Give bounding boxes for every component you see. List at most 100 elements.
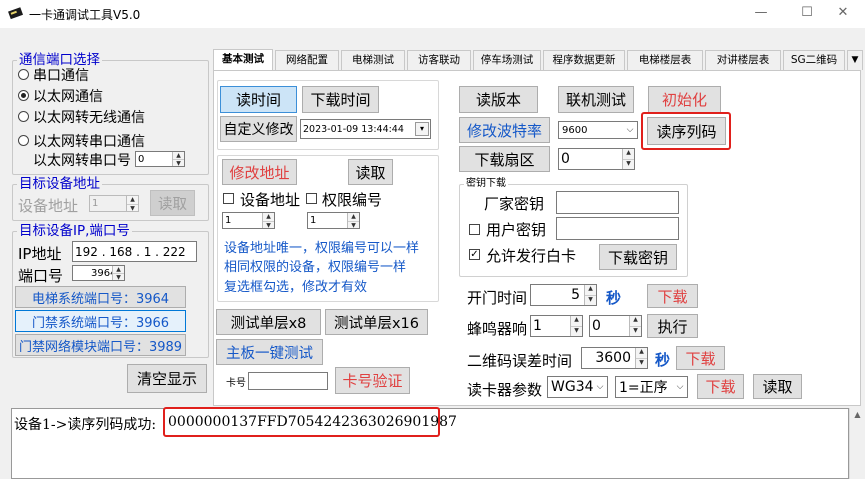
read-reader-param-button[interactable]: 读取 — [753, 374, 802, 399]
radio-eth-wireless-label: 以太网转无线通信 — [33, 110, 145, 126]
spin-down-icon[interactable]: ▼ — [636, 358, 647, 368]
tab-intercom-floor[interactable]: 对讲楼层表 — [705, 50, 781, 70]
qr-error-time-spinner[interactable]: 3600 ▲ ▼ — [581, 347, 648, 369]
key-group-title: 密钥下载 — [466, 178, 506, 189]
radio-eth-serial[interactable] — [18, 135, 29, 146]
radio-serial[interactable] — [18, 69, 29, 80]
vendor-key-input[interactable] — [556, 191, 679, 214]
chk-permission-number[interactable] — [306, 193, 317, 204]
permission-spinner[interactable]: 1 ▲ ▼ — [307, 212, 360, 229]
ip-address-field[interactable]: 192 . 168 . 1 . 222 — [72, 241, 197, 262]
address-spinner[interactable]: 1 ▲ ▼ — [222, 212, 275, 229]
test-single-x8-button[interactable]: 测试单层x8 — [216, 309, 321, 335]
spin-up-icon[interactable]: ▲ — [173, 152, 184, 159]
initialize-button[interactable]: 初始化 — [648, 86, 721, 113]
calendar-icon[interactable]: ▾ — [415, 122, 429, 136]
tab-basic-test[interactable]: 基本测试 — [213, 49, 273, 71]
reader-order-select[interactable]: 1=正序 ⌵ — [615, 376, 688, 398]
read-device-addr-button[interactable]: 读取 — [150, 190, 195, 216]
baud-rate-select[interactable]: 9600 ⌵ — [558, 121, 638, 139]
test-single-x16-button[interactable]: 测试单层x16 — [325, 309, 428, 335]
port-spinner[interactable]: 3964 ▲ ▼ — [72, 265, 125, 281]
modify-address-button[interactable]: 修改地址 — [222, 159, 297, 185]
tab-sg-qrcode[interactable]: SG二维码 — [783, 50, 845, 70]
device-addr-label: 设备地址 — [18, 197, 79, 215]
tab-program-update[interactable]: 程序数据更新 — [543, 50, 625, 70]
serial-port-spinner[interactable]: 0 ▲ ▼ — [135, 151, 185, 167]
read-time-button[interactable]: 读时间 — [220, 86, 297, 113]
elevator-port-button[interactable]: 电梯系统端口号：3964 — [15, 286, 186, 308]
read-address-button[interactable]: 读取 — [348, 159, 393, 185]
chevron-down-icon[interactable]: ▼ — [847, 50, 863, 70]
seconds-unit-label: 秒 — [606, 289, 622, 307]
serial-port-value: 0 — [138, 153, 145, 165]
buzzer-b-spinner[interactable]: 0 ▲ ▼ — [589, 315, 642, 337]
chk-device-address-label: 设备地址 — [240, 191, 301, 209]
tab-visitor-link[interactable]: 访客联动 — [407, 50, 471, 70]
spin-down-icon[interactable]: ▼ — [571, 326, 582, 336]
download-qr-time-button[interactable]: 下载 — [676, 346, 725, 370]
title-bar: 一卡通调试工具V5.0 — ☐ ✕ — [0, 0, 865, 28]
close-button[interactable]: ✕ — [821, 0, 865, 28]
download-time-button[interactable]: 下载时间 — [302, 86, 379, 113]
spin-up-icon[interactable]: ▲ — [630, 316, 641, 326]
log-scrollbar[interactable]: ▲ — [849, 408, 865, 479]
execute-button[interactable]: 执行 — [647, 314, 698, 338]
chevron-down-icon[interactable]: ⌵ — [623, 122, 637, 138]
radio-eth-serial-label: 以太网转串口通信 — [33, 134, 145, 150]
tab-network-config[interactable]: 网络配置 — [275, 50, 339, 70]
modify-baud-button[interactable]: 修改波特率 — [459, 117, 550, 143]
open-time-spinner[interactable]: 5 ▲ ▼ — [530, 284, 597, 306]
minimize-button[interactable]: — — [739, 0, 783, 28]
download-reader-param-button[interactable]: 下载 — [697, 374, 744, 399]
radio-eth-wireless[interactable] — [18, 111, 29, 122]
spin-up-icon[interactable]: ▲ — [585, 285, 596, 295]
serial-port-label: 以太网转串口号 — [33, 153, 131, 169]
qr-error-time-value: 3600 — [595, 350, 631, 366]
spin-down-icon[interactable]: ▼ — [127, 203, 138, 211]
scroll-up-icon[interactable]: ▲ — [850, 408, 865, 422]
spin-up-icon[interactable]: ▲ — [636, 348, 647, 358]
card-number-input[interactable] — [248, 372, 328, 390]
read-version-button[interactable]: 读版本 — [459, 86, 538, 113]
spin-down-icon[interactable]: ▼ — [630, 326, 641, 336]
download-key-button[interactable]: 下载密钥 — [599, 244, 677, 270]
tab-elevator-floor[interactable]: 电梯楼层表 — [627, 50, 703, 70]
download-sector-button[interactable]: 下载扇区 — [459, 146, 550, 172]
chk-device-address[interactable] — [223, 193, 234, 204]
tab-elevator-test[interactable]: 电梯测试 — [341, 50, 405, 70]
datetime-picker[interactable]: 2023-01-09 13:44:44 ▾ — [300, 119, 431, 139]
clear-display-button[interactable]: 清空显示 — [127, 364, 207, 393]
chk-user-key[interactable] — [469, 224, 480, 235]
chk-allow-whitecard[interactable]: ✓ — [469, 249, 480, 260]
user-key-input[interactable] — [556, 217, 679, 240]
radio-ethernet[interactable] — [18, 90, 29, 101]
spin-up-icon[interactable]: ▲ — [113, 266, 124, 273]
spin-down-icon[interactable]: ▼ — [113, 273, 124, 280]
mainboard-test-button[interactable]: 主板一键测试 — [216, 339, 323, 365]
spin-down-icon[interactable]: ▼ — [263, 220, 274, 228]
sector-spinner[interactable]: 0 ▲ ▼ — [558, 148, 635, 170]
spin-down-icon[interactable]: ▼ — [623, 159, 634, 169]
spin-down-icon[interactable]: ▼ — [348, 220, 359, 228]
chk-permission-number-label: 权限编号 — [322, 191, 383, 209]
tab-parking-test[interactable]: 停车场测试 — [473, 50, 541, 70]
online-test-button[interactable]: 联机测试 — [558, 86, 634, 113]
spin-down-icon[interactable]: ▼ — [585, 295, 596, 305]
device-addr-spinner[interactable]: 1 ▲ ▼ — [89, 195, 139, 212]
spin-up-icon[interactable]: ▲ — [127, 196, 138, 204]
network-module-port-button[interactable]: 门禁网络模块端口号：3989 — [15, 334, 186, 356]
reader-format-select[interactable]: WG34 ⌵ — [547, 376, 608, 398]
spin-up-icon[interactable]: ▲ — [263, 213, 274, 221]
spin-up-icon[interactable]: ▲ — [348, 213, 359, 221]
buzzer-a-spinner[interactable]: 1 ▲ ▼ — [530, 315, 583, 337]
download-open-time-button[interactable]: 下载 — [647, 284, 698, 308]
spin-up-icon[interactable]: ▲ — [571, 316, 582, 326]
card-verify-button[interactable]: 卡号验证 — [335, 367, 410, 394]
chevron-down-icon[interactable]: ⌵ — [593, 377, 607, 397]
spin-up-icon[interactable]: ▲ — [623, 149, 634, 159]
chevron-down-icon[interactable]: ⌵ — [673, 377, 687, 397]
access-port-button[interactable]: 门禁系统端口号：3966 — [15, 310, 186, 332]
spin-down-icon[interactable]: ▼ — [173, 159, 184, 166]
custom-modify-button[interactable]: 自定义修改 — [220, 116, 297, 142]
